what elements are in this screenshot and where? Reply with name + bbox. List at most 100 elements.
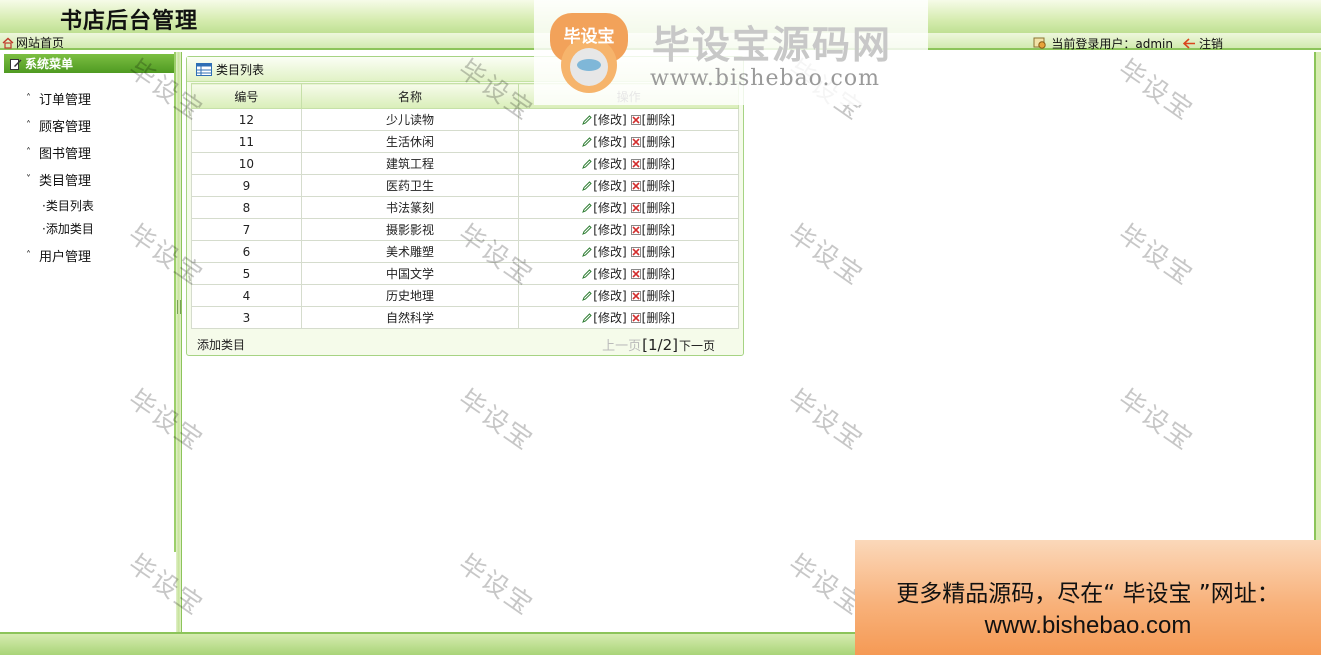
edit-label: [修改] bbox=[593, 113, 627, 127]
watermark-stamp: 毕设宝 bbox=[1112, 54, 1199, 127]
menu-group-orders[interactable]: ˄ 订单管理 bbox=[26, 89, 91, 108]
menu-group-users[interactable]: ˄ 用户管理 bbox=[26, 246, 91, 265]
cell-actions: [修改] [删除] bbox=[518, 196, 739, 219]
edit-label: [修改] bbox=[593, 289, 627, 303]
edit-link[interactable]: [修改] bbox=[582, 155, 627, 172]
delete-link[interactable]: [删除] bbox=[630, 287, 675, 304]
menu-group-label: 订单管理 bbox=[39, 93, 92, 108]
sidebar-header: 系统菜单 bbox=[4, 54, 174, 73]
delete-link[interactable]: [删除] bbox=[630, 133, 676, 150]
delete-icon bbox=[630, 224, 641, 235]
table-row: 3 自然科学 [修改] [删除] bbox=[191, 306, 739, 329]
sidebar-splitter[interactable] bbox=[176, 52, 182, 632]
cell-name: 医药卫生 bbox=[300, 174, 520, 197]
column-header-name[interactable]: 名称 bbox=[300, 83, 520, 109]
user-area: 当前登录用户：admin 注销 bbox=[1033, 35, 1223, 52]
home-link-label: 网站首页 bbox=[16, 36, 65, 50]
site-title: 书店后台管理 bbox=[60, 9, 199, 34]
table-row: 5 中国文学 [修改] [删除] bbox=[191, 262, 739, 285]
delete-icon bbox=[630, 180, 641, 191]
cell-id: 4 bbox=[191, 284, 302, 307]
delete-link[interactable]: [删除] bbox=[630, 309, 676, 326]
cell-id: 7 bbox=[191, 218, 302, 241]
cell-id: 6 bbox=[191, 240, 302, 263]
cell-actions: [修改] [删除] bbox=[518, 130, 739, 153]
menu-group-books[interactable]: ˄ 图书管理 bbox=[26, 143, 91, 162]
edit-label: [修改] bbox=[593, 157, 627, 171]
edit-link[interactable]: [修改] bbox=[582, 243, 627, 260]
cell-name: 书法篆刻 bbox=[300, 196, 520, 219]
edit-link[interactable]: [修改] bbox=[582, 309, 627, 326]
menu-group-customers[interactable]: ˄ 顾客管理 bbox=[26, 116, 91, 135]
promo-url: www.bishebao.com bbox=[984, 612, 1192, 639]
edit-link[interactable]: [修改] bbox=[582, 177, 627, 194]
cell-actions: [修改] [删除] bbox=[518, 240, 739, 263]
column-header-id[interactable]: 编号 bbox=[191, 83, 302, 109]
logout-label: 注销 bbox=[1198, 37, 1223, 51]
edit-label: [修改] bbox=[593, 311, 627, 325]
cell-id: 8 bbox=[191, 196, 302, 219]
menu-item-category-list[interactable]: ·类目列表 bbox=[42, 197, 94, 214]
delete-icon bbox=[630, 268, 641, 279]
delete-label: [删除] bbox=[641, 157, 676, 171]
delete-link[interactable]: [删除] bbox=[630, 199, 675, 216]
menu-group-categories[interactable]: ˅ 类目管理 bbox=[26, 170, 91, 189]
edit-link[interactable]: [修改] bbox=[582, 199, 627, 216]
add-category-link[interactable]: 添加类目 bbox=[197, 336, 245, 353]
delete-label: [删除] bbox=[641, 311, 676, 325]
edit-label: [修改] bbox=[593, 267, 627, 281]
promo-text: 更多精品源码，尽在“ 毕设宝 ”网址： bbox=[896, 581, 1280, 607]
logout-link[interactable]: 注销 bbox=[1182, 35, 1223, 52]
delete-link[interactable]: [删除] bbox=[630, 243, 675, 260]
chevron-down-icon: ˅ bbox=[26, 174, 31, 185]
watermark-stamp: 毕设宝 bbox=[122, 549, 209, 622]
cell-actions: [修改] [删除] bbox=[518, 306, 739, 329]
delete-label: [删除] bbox=[641, 113, 676, 127]
next-page-link[interactable]: 下一页 bbox=[679, 337, 715, 354]
cell-actions: [修改] [删除] bbox=[518, 108, 739, 131]
table-row: 10 建筑工程 [修改] [删除] bbox=[191, 152, 739, 175]
table-row: 12 少儿读物 [修改] [删除] bbox=[191, 108, 739, 131]
delete-icon bbox=[630, 246, 641, 257]
pager: 上一页 [1/2] 下一页 bbox=[602, 335, 715, 354]
table-body: 12 少儿读物 [修改] [删除] 11 生活休闲 [修改] [删除] 10 建筑工程 [修改] [删… bbox=[191, 108, 739, 329]
edit-link[interactable]: [修改] bbox=[582, 133, 627, 150]
edit-link[interactable]: [修改] bbox=[582, 287, 627, 304]
page-indicator: [1/2] bbox=[642, 336, 678, 354]
delete-link[interactable]: [删除] bbox=[630, 111, 676, 128]
pencil-icon bbox=[582, 114, 592, 125]
cell-id: 12 bbox=[191, 108, 302, 131]
edit-label: [修改] bbox=[593, 135, 627, 149]
delete-link[interactable]: [删除] bbox=[630, 177, 675, 194]
cell-id: 3 bbox=[191, 306, 302, 329]
cell-name: 生活休闲 bbox=[300, 130, 520, 153]
delete-link[interactable]: [删除] bbox=[630, 265, 675, 282]
delete-link[interactable]: [删除] bbox=[630, 155, 676, 172]
edit-label: [修改] bbox=[593, 179, 627, 193]
menu-item-add-category[interactable]: ·添加类目 bbox=[42, 220, 94, 237]
table-row: 9 医药卫生 [修改] [删除] bbox=[191, 174, 739, 197]
splitter-grip[interactable] bbox=[177, 300, 181, 314]
edit-link[interactable]: [修改] bbox=[582, 265, 627, 282]
cell-name: 少儿读物 bbox=[300, 108, 520, 131]
delete-link[interactable]: [删除] bbox=[630, 221, 676, 238]
cell-name: 建筑工程 bbox=[300, 152, 520, 175]
sidebar: 系统菜单 ˄ 订单管理 ˄ 顾客管理 ˄ 图书管理 ˅ 类目管理 ·类目列表 ·… bbox=[0, 52, 176, 552]
prev-page-link[interactable]: 上一页 bbox=[602, 335, 641, 354]
delete-label: [删除] bbox=[641, 135, 676, 149]
delete-label: [删除] bbox=[641, 223, 676, 237]
edit-label: [修改] bbox=[593, 245, 627, 259]
pencil-icon bbox=[582, 136, 592, 147]
watermark-stamp: 毕设宝 bbox=[452, 549, 539, 622]
cell-name: 美术雕塑 bbox=[300, 240, 520, 263]
home-link[interactable]: 网站首页 bbox=[2, 34, 64, 51]
table-icon bbox=[196, 62, 212, 76]
edit-link[interactable]: [修改] bbox=[582, 111, 627, 128]
menu-item-label: 类目列表 bbox=[45, 199, 94, 213]
pencil-icon bbox=[582, 158, 592, 169]
logo-badge-icon: 毕设宝 bbox=[550, 13, 628, 93]
cell-name: 自然科学 bbox=[300, 306, 520, 329]
menu-item-label: 添加类目 bbox=[45, 222, 94, 236]
promo-banner: 更多精品源码，尽在“ 毕设宝 ”网址： www.bishebao.com bbox=[855, 540, 1321, 655]
edit-link[interactable]: [修改] bbox=[582, 221, 627, 238]
